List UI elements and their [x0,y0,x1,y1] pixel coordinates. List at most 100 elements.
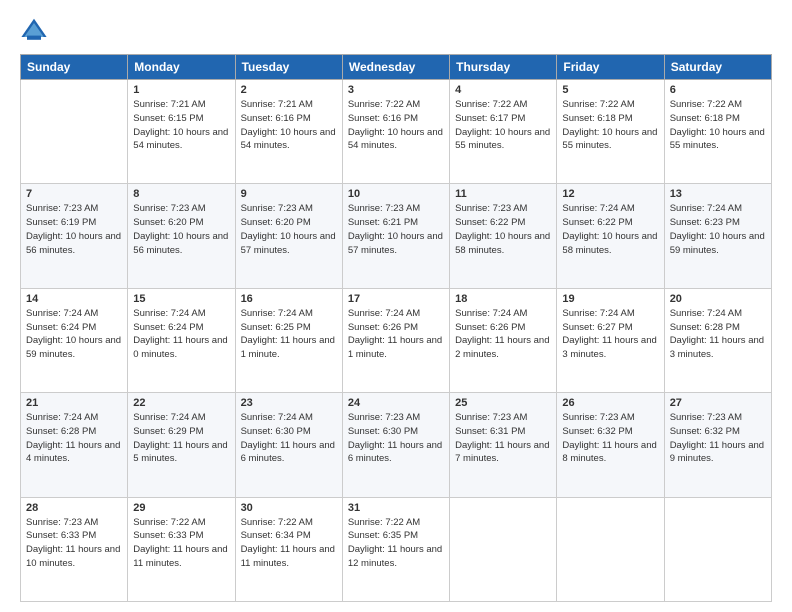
day-info: Sunrise: 7:23 AMSunset: 6:30 PMDaylight:… [348,411,444,466]
calendar-day-cell: 31 Sunrise: 7:22 AMSunset: 6:35 PMDayligh… [342,497,449,601]
day-number: 28 [26,502,122,514]
page: SundayMondayTuesdayWednesdayThursdayFrid… [0,0,792,612]
calendar-day-cell [450,497,557,601]
calendar-week-row: 1 Sunrise: 7:21 AMSunset: 6:15 PMDaylight… [21,80,772,184]
day-number: 15 [133,293,229,305]
weekday-header: Monday [128,55,235,80]
calendar-day-cell [664,497,771,601]
day-number: 4 [455,84,551,96]
day-info: Sunrise: 7:22 AMSunset: 6:18 PMDaylight:… [670,98,766,153]
day-number: 11 [455,188,551,200]
day-info: Sunrise: 7:22 AMSunset: 6:35 PMDaylight:… [348,516,444,571]
calendar-day-cell: 17 Sunrise: 7:24 AMSunset: 6:26 PMDayligh… [342,288,449,392]
day-info: Sunrise: 7:21 AMSunset: 6:16 PMDaylight:… [241,98,337,153]
day-info: Sunrise: 7:23 AMSunset: 6:19 PMDaylight:… [26,202,122,257]
day-number: 1 [133,84,229,96]
calendar-day-cell [557,497,664,601]
day-info: Sunrise: 7:24 AMSunset: 6:24 PMDaylight:… [26,307,122,362]
day-number: 13 [670,188,766,200]
calendar-day-cell: 5 Sunrise: 7:22 AMSunset: 6:18 PMDaylight… [557,80,664,184]
day-info: Sunrise: 7:24 AMSunset: 6:28 PMDaylight:… [670,307,766,362]
day-number: 8 [133,188,229,200]
day-number: 2 [241,84,337,96]
day-info: Sunrise: 7:23 AMSunset: 6:33 PMDaylight:… [26,516,122,571]
day-info: Sunrise: 7:22 AMSunset: 6:17 PMDaylight:… [455,98,551,153]
day-number: 17 [348,293,444,305]
calendar-day-cell: 13 Sunrise: 7:24 AMSunset: 6:23 PMDayligh… [664,184,771,288]
day-number: 3 [348,84,444,96]
day-info: Sunrise: 7:22 AMSunset: 6:16 PMDaylight:… [348,98,444,153]
day-info: Sunrise: 7:24 AMSunset: 6:26 PMDaylight:… [348,307,444,362]
calendar-day-cell: 15 Sunrise: 7:24 AMSunset: 6:24 PMDayligh… [128,288,235,392]
day-number: 30 [241,502,337,514]
day-number: 7 [26,188,122,200]
calendar-day-cell: 29Sunrise: 7:22 AMSunset: 6:33 PMDayligh… [128,497,235,601]
calendar-day-cell: 3 Sunrise: 7:22 AMSunset: 6:16 PMDaylight… [342,80,449,184]
day-number: 31 [348,502,444,514]
logo-icon [20,16,48,44]
day-number: 26 [562,397,658,409]
weekday-header: Tuesday [235,55,342,80]
calendar-day-cell: 2 Sunrise: 7:21 AMSunset: 6:16 PMDaylight… [235,80,342,184]
calendar-day-cell: 10Sunrise: 7:23 AMSunset: 6:21 PMDayligh… [342,184,449,288]
day-info: Sunrise: 7:22 AMSunset: 6:34 PMDaylight:… [241,516,337,571]
calendar-day-cell: 14 Sunrise: 7:24 AMSunset: 6:24 PMDayligh… [21,288,128,392]
day-info: Sunrise: 7:23 AMSunset: 6:32 PMDaylight:… [562,411,658,466]
weekday-header: Friday [557,55,664,80]
day-info: Sunrise: 7:24 AMSunset: 6:23 PMDaylight:… [670,202,766,257]
day-info: Sunrise: 7:22 AMSunset: 6:18 PMDaylight:… [562,98,658,153]
day-info: Sunrise: 7:23 AMSunset: 6:32 PMDaylight:… [670,411,766,466]
calendar-table: SundayMondayTuesdayWednesdayThursdayFrid… [20,54,772,602]
calendar-day-cell: 20 Sunrise: 7:24 AMSunset: 6:28 PMDayligh… [664,288,771,392]
day-info: Sunrise: 7:23 AMSunset: 6:22 PMDaylight:… [455,202,551,257]
day-info: Sunrise: 7:21 AMSunset: 6:15 PMDaylight:… [133,98,229,153]
weekday-header: Thursday [450,55,557,80]
day-number: 9 [241,188,337,200]
calendar-day-cell: 11 Sunrise: 7:23 AMSunset: 6:22 PMDayligh… [450,184,557,288]
day-number: 16 [241,293,337,305]
calendar-week-row: 28 Sunrise: 7:23 AMSunset: 6:33 PMDayligh… [21,497,772,601]
calendar-day-cell: 30 Sunrise: 7:22 AMSunset: 6:34 PMDayligh… [235,497,342,601]
day-number: 12 [562,188,658,200]
calendar-day-cell: 27 Sunrise: 7:23 AMSunset: 6:32 PMDayligh… [664,393,771,497]
day-info: Sunrise: 7:24 AMSunset: 6:22 PMDaylight:… [562,202,658,257]
day-number: 24 [348,397,444,409]
calendar-day-cell: 1 Sunrise: 7:21 AMSunset: 6:15 PMDaylight… [128,80,235,184]
day-number: 21 [26,397,122,409]
day-number: 27 [670,397,766,409]
day-info: Sunrise: 7:23 AMSunset: 6:31 PMDaylight:… [455,411,551,466]
calendar-day-cell: 28 Sunrise: 7:23 AMSunset: 6:33 PMDayligh… [21,497,128,601]
calendar-day-cell: 7 Sunrise: 7:23 AMSunset: 6:19 PMDaylight… [21,184,128,288]
day-number: 20 [670,293,766,305]
calendar-day-cell: 21 Sunrise: 7:24 AMSunset: 6:28 PMDayligh… [21,393,128,497]
day-number: 23 [241,397,337,409]
day-info: Sunrise: 7:24 AMSunset: 6:29 PMDaylight:… [133,411,229,466]
day-number: 14 [26,293,122,305]
day-info: Sunrise: 7:23 AMSunset: 6:20 PMDaylight:… [133,202,229,257]
calendar-day-cell: 8 Sunrise: 7:23 AMSunset: 6:20 PMDaylight… [128,184,235,288]
calendar-week-row: 14 Sunrise: 7:24 AMSunset: 6:24 PMDayligh… [21,288,772,392]
day-info: Sunrise: 7:24 AMSunset: 6:28 PMDaylight:… [26,411,122,466]
calendar-day-cell: 4 Sunrise: 7:22 AMSunset: 6:17 PMDaylight… [450,80,557,184]
day-info: Sunrise: 7:22 AMSunset: 6:33 PMDaylight:… [133,516,229,571]
calendar-day-cell: 19Sunrise: 7:24 AMSunset: 6:27 PMDayligh… [557,288,664,392]
day-info: Sunrise: 7:24 AMSunset: 6:24 PMDaylight:… [133,307,229,362]
calendar-day-cell: 25 Sunrise: 7:23 AMSunset: 6:31 PMDayligh… [450,393,557,497]
logo [20,16,52,44]
calendar-day-cell: 22 Sunrise: 7:24 AMSunset: 6:29 PMDayligh… [128,393,235,497]
day-number: 6 [670,84,766,96]
day-number: 5 [562,84,658,96]
day-number: 22 [133,397,229,409]
day-info: Sunrise: 7:24 AMSunset: 6:26 PMDaylight:… [455,307,551,362]
calendar-day-cell: 18 Sunrise: 7:24 AMSunset: 6:26 PMDayligh… [450,288,557,392]
day-number: 10 [348,188,444,200]
day-number: 25 [455,397,551,409]
weekday-header: Saturday [664,55,771,80]
calendar-week-row: 7 Sunrise: 7:23 AMSunset: 6:19 PMDaylight… [21,184,772,288]
weekday-header: Sunday [21,55,128,80]
day-info: Sunrise: 7:24 AMSunset: 6:25 PMDaylight:… [241,307,337,362]
day-number: 18 [455,293,551,305]
calendar-day-cell: 12 Sunrise: 7:24 AMSunset: 6:22 PMDayligh… [557,184,664,288]
header [20,16,772,44]
calendar-week-row: 21 Sunrise: 7:24 AMSunset: 6:28 PMDayligh… [21,393,772,497]
